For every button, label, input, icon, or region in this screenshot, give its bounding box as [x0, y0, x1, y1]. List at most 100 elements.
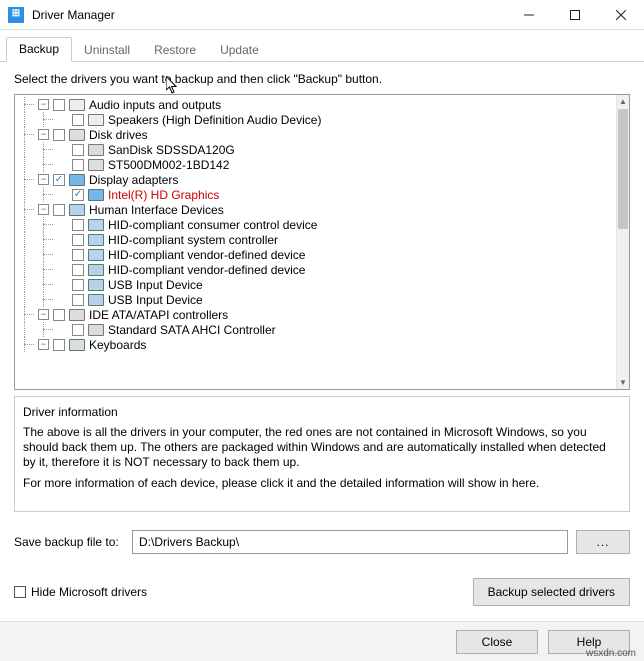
- hide-ms-label: Hide Microsoft drivers: [31, 585, 147, 599]
- scrollbar[interactable]: ▲ ▼: [616, 95, 629, 389]
- app-icon: ⊞: [8, 7, 24, 23]
- watermark: wsxdn.com: [586, 648, 636, 659]
- checkbox[interactable]: ✓: [72, 189, 84, 201]
- driver-info-title: Driver information: [23, 405, 621, 419]
- hid-icon: [88, 219, 104, 231]
- checkbox[interactable]: [72, 264, 84, 276]
- tree-category-hid[interactable]: − Human Interface Devices: [15, 202, 616, 217]
- checkbox[interactable]: [53, 309, 65, 321]
- tree-category-display[interactable]: −✓Display adapters: [15, 172, 616, 187]
- tree-item[interactable]: USB Input Device: [15, 277, 616, 292]
- speaker-icon: [88, 114, 104, 126]
- tree-category-disk[interactable]: − Disk drives: [15, 127, 616, 142]
- browse-button[interactable]: ...: [576, 530, 630, 554]
- disk-icon: [88, 144, 104, 156]
- titlebar: ⊞ Driver Manager: [0, 0, 644, 30]
- tree-item[interactable]: Speakers (High Definition Audio Device): [15, 112, 616, 127]
- tree-item[interactable]: ✓Intel(R) HD Graphics: [15, 187, 616, 202]
- scroll-down-icon[interactable]: ▼: [617, 376, 629, 389]
- window-title: Driver Manager: [32, 8, 506, 22]
- collapse-icon[interactable]: −: [38, 129, 49, 140]
- collapse-icon[interactable]: −: [38, 99, 49, 110]
- hid-icon: [88, 294, 104, 306]
- checkbox[interactable]: [53, 99, 65, 111]
- tree-label: USB Input Device: [108, 278, 203, 292]
- tree-item[interactable]: HID-compliant system controller: [15, 232, 616, 247]
- checkbox[interactable]: [72, 324, 84, 336]
- save-path-input[interactable]: [132, 530, 568, 554]
- tree-label: Disk drives: [89, 128, 148, 142]
- scroll-up-icon[interactable]: ▲: [617, 95, 629, 108]
- tree-label: HID-compliant consumer control device: [108, 218, 317, 232]
- checkbox[interactable]: [72, 279, 84, 291]
- footer-bar: Close Help: [0, 621, 644, 661]
- collapse-icon[interactable]: −: [38, 174, 49, 185]
- checkbox[interactable]: [72, 249, 84, 261]
- ide-icon: [88, 324, 104, 336]
- hid-icon: [88, 264, 104, 276]
- driver-info-p1: The above is all the drivers in your com…: [23, 425, 621, 470]
- tree-label: HID-compliant vendor-defined device: [108, 263, 305, 277]
- tree-item[interactable]: USB Input Device: [15, 292, 616, 307]
- tree-category-keyboards[interactable]: − Keyboards: [15, 337, 616, 352]
- monitor-icon: [88, 189, 104, 201]
- tree-label: Human Interface Devices: [89, 203, 224, 217]
- tree-item[interactable]: ST500DM002-1BD142: [15, 157, 616, 172]
- collapse-icon[interactable]: −: [38, 204, 49, 215]
- audio-icon: [69, 99, 85, 111]
- tree-label: HID-compliant vendor-defined device: [108, 248, 305, 262]
- tree-label: Keyboards: [89, 338, 146, 352]
- hide-ms-checkbox[interactable]: Hide Microsoft drivers: [14, 585, 147, 599]
- tree-label: Speakers (High Definition Audio Device): [108, 113, 321, 127]
- collapse-icon[interactable]: −: [38, 339, 49, 350]
- disk-icon: [69, 129, 85, 141]
- tabbar: Backup Uninstall Restore Update: [0, 30, 644, 62]
- hid-icon: [88, 249, 104, 261]
- tree-category-ide[interactable]: − IDE ATA/ATAPI controllers: [15, 307, 616, 322]
- checkbox[interactable]: [72, 114, 84, 126]
- checkbox[interactable]: [53, 129, 65, 141]
- checkbox-icon[interactable]: [14, 586, 26, 598]
- tree-label: ST500DM002-1BD142: [108, 158, 229, 172]
- monitor-icon: [69, 174, 85, 186]
- checkbox[interactable]: ✓: [53, 174, 65, 186]
- checkbox[interactable]: [53, 339, 65, 351]
- tree-category-audio[interactable]: − Audio inputs and outputs: [15, 97, 616, 112]
- minimize-button[interactable]: [506, 0, 552, 29]
- checkbox[interactable]: [72, 294, 84, 306]
- tree-label: HID-compliant system controller: [108, 233, 278, 247]
- tree-item[interactable]: HID-compliant vendor-defined device: [15, 262, 616, 277]
- scroll-thumb[interactable]: [618, 109, 628, 229]
- tab-uninstall[interactable]: Uninstall: [72, 39, 142, 62]
- disk-icon: [88, 159, 104, 171]
- tab-backup[interactable]: Backup: [6, 37, 72, 62]
- tree-item[interactable]: HID-compliant vendor-defined device: [15, 247, 616, 262]
- tree-item[interactable]: Standard SATA AHCI Controller: [15, 322, 616, 337]
- collapse-icon[interactable]: −: [38, 309, 49, 320]
- tab-update[interactable]: Update: [208, 39, 271, 62]
- maximize-button[interactable]: [552, 0, 598, 29]
- close-dialog-button[interactable]: Close: [456, 630, 538, 654]
- tree-label: Standard SATA AHCI Controller: [108, 323, 276, 337]
- tree-label: SanDisk SDSSDA120G: [108, 143, 235, 157]
- tab-restore[interactable]: Restore: [142, 39, 208, 62]
- hid-icon: [69, 204, 85, 216]
- checkbox[interactable]: [53, 204, 65, 216]
- backup-selected-button[interactable]: Backup selected drivers: [473, 578, 630, 606]
- save-path-row: Save backup file to: ...: [14, 530, 630, 554]
- instruction-text: Select the drivers you want to backup an…: [0, 62, 644, 92]
- checkbox[interactable]: [72, 234, 84, 246]
- driver-info-p2: For more information of each device, ple…: [23, 476, 621, 491]
- close-button[interactable]: [598, 0, 644, 29]
- tree-label: USB Input Device: [108, 293, 203, 307]
- checkbox[interactable]: [72, 159, 84, 171]
- tree-item[interactable]: SanDisk SDSSDA120G: [15, 142, 616, 157]
- tree-item[interactable]: HID-compliant consumer control device: [15, 217, 616, 232]
- tree-label: IDE ATA/ATAPI controllers: [89, 308, 228, 322]
- checkbox[interactable]: [72, 219, 84, 231]
- checkbox[interactable]: [72, 144, 84, 156]
- hid-icon: [88, 279, 104, 291]
- keyboard-icon: [69, 339, 85, 351]
- driver-tree[interactable]: − Audio inputs and outputs Speakers (High…: [14, 94, 630, 390]
- tree-label: Audio inputs and outputs: [89, 98, 221, 112]
